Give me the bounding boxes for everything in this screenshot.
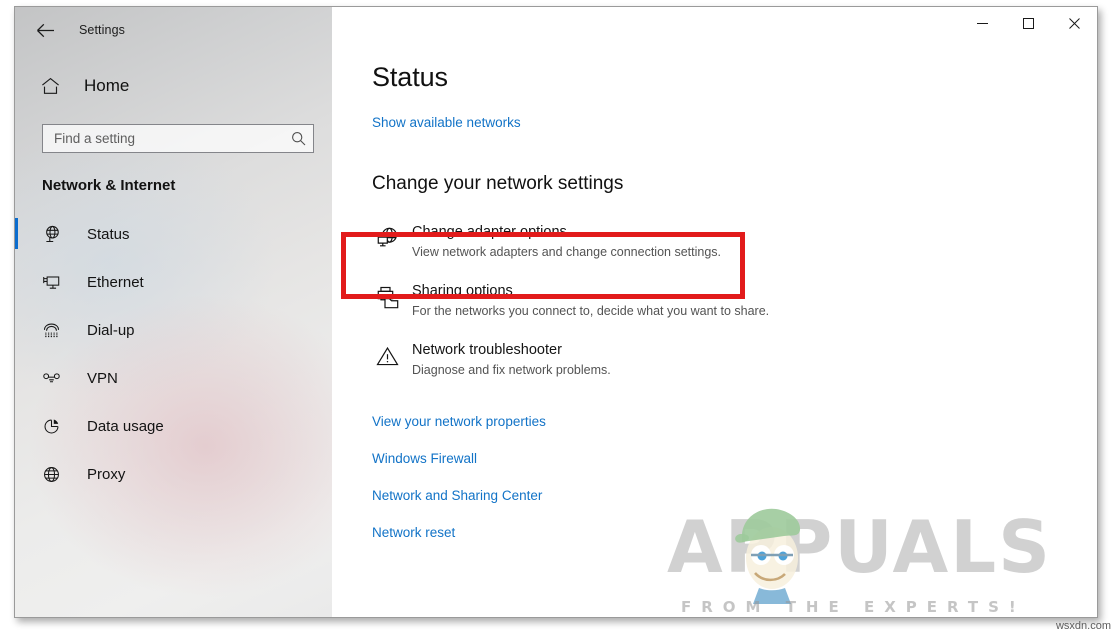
sidebar-item-ethernet-label: Ethernet bbox=[87, 273, 144, 291]
link-network-reset[interactable]: Network reset bbox=[372, 525, 1097, 540]
show-available-networks-link[interactable]: Show available networks bbox=[372, 115, 521, 130]
search-input[interactable] bbox=[54, 131, 291, 146]
main-content: Status Show available networks Change yo… bbox=[332, 7, 1097, 617]
home-icon bbox=[41, 77, 67, 95]
sidebar-item-vpn-label: VPN bbox=[87, 369, 118, 387]
sidebar-item-status[interactable]: Status bbox=[15, 210, 332, 258]
sidebar-category-title: Network & Internet bbox=[42, 177, 176, 194]
sidebar-item-home[interactable]: Home bbox=[15, 65, 332, 107]
network-options-list: Change adapter options View network adap… bbox=[332, 215, 1097, 386]
dialup-phone-icon bbox=[42, 321, 66, 340]
minimize-icon[interactable] bbox=[959, 7, 1005, 39]
maximize-icon[interactable] bbox=[1005, 7, 1051, 39]
option-title: Sharing options bbox=[412, 283, 513, 299]
option-change-adapter-options[interactable]: Change adapter options View network adap… bbox=[332, 215, 1097, 268]
sidebar-item-data-usage-label: Data usage bbox=[87, 417, 164, 435]
pie-chart-icon bbox=[42, 417, 66, 436]
option-description: View network adapters and change connect… bbox=[412, 245, 721, 259]
page-title: Status bbox=[372, 62, 448, 92]
sidebar-item-data-usage[interactable]: Data usage bbox=[15, 402, 332, 450]
warning-triangle-icon bbox=[372, 341, 402, 369]
window-title: Settings bbox=[79, 23, 125, 37]
globe-icon bbox=[42, 465, 66, 484]
link-view-network-properties[interactable]: View your network properties bbox=[372, 414, 1097, 429]
option-network-troubleshooter[interactable]: Network troubleshooter Diagnose and fix … bbox=[332, 333, 1097, 386]
sidebar-item-home-label: Home bbox=[84, 76, 130, 95]
window-controls bbox=[959, 7, 1097, 39]
section-heading: Change your network settings bbox=[372, 173, 624, 194]
sidebar-item-proxy[interactable]: Proxy bbox=[15, 450, 332, 498]
option-sharing-options[interactable]: Sharing options For the networks you con… bbox=[332, 274, 1097, 327]
back-arrow-icon[interactable] bbox=[27, 15, 63, 45]
network-adapter-icon bbox=[372, 223, 402, 251]
watermark-source: wsxdn.com bbox=[1055, 620, 1111, 632]
sidebar-nav-list: Status Ethernet Dial-up VPN Data usage P… bbox=[15, 210, 332, 498]
option-title: Change adapter options bbox=[412, 224, 567, 240]
option-title: Network troubleshooter bbox=[412, 342, 562, 358]
bottom-links-list: View your network properties Windows Fir… bbox=[332, 414, 1097, 540]
sidebar-item-vpn[interactable]: VPN bbox=[15, 354, 332, 402]
ethernet-icon bbox=[42, 273, 66, 292]
vpn-key-icon bbox=[42, 369, 66, 388]
selection-indicator bbox=[15, 218, 18, 249]
sidebar-item-dialup-label: Dial-up bbox=[87, 321, 135, 339]
search-box[interactable] bbox=[42, 124, 314, 153]
option-description: Diagnose and fix network problems. bbox=[412, 363, 611, 377]
settings-window: Settings Home Find a setting Network & I… bbox=[14, 6, 1098, 618]
sidebar-item-dialup[interactable]: Dial-up bbox=[15, 306, 332, 354]
link-network-and-sharing-center[interactable]: Network and Sharing Center bbox=[372, 488, 1097, 503]
titlebar: Settings bbox=[15, 7, 332, 53]
link-windows-firewall[interactable]: Windows Firewall bbox=[372, 451, 1097, 466]
printer-share-icon bbox=[372, 282, 402, 310]
search-icon[interactable] bbox=[291, 131, 306, 146]
sidebar-item-status-label: Status bbox=[87, 225, 130, 243]
sidebar-item-proxy-label: Proxy bbox=[87, 465, 126, 483]
option-description: For the networks you connect to, decide … bbox=[412, 304, 770, 318]
sidebar-item-ethernet[interactable]: Ethernet bbox=[15, 258, 332, 306]
globe-network-icon bbox=[42, 225, 66, 244]
close-icon[interactable] bbox=[1051, 7, 1097, 39]
settings-sidebar: Settings Home Find a setting Network & I… bbox=[15, 7, 332, 617]
